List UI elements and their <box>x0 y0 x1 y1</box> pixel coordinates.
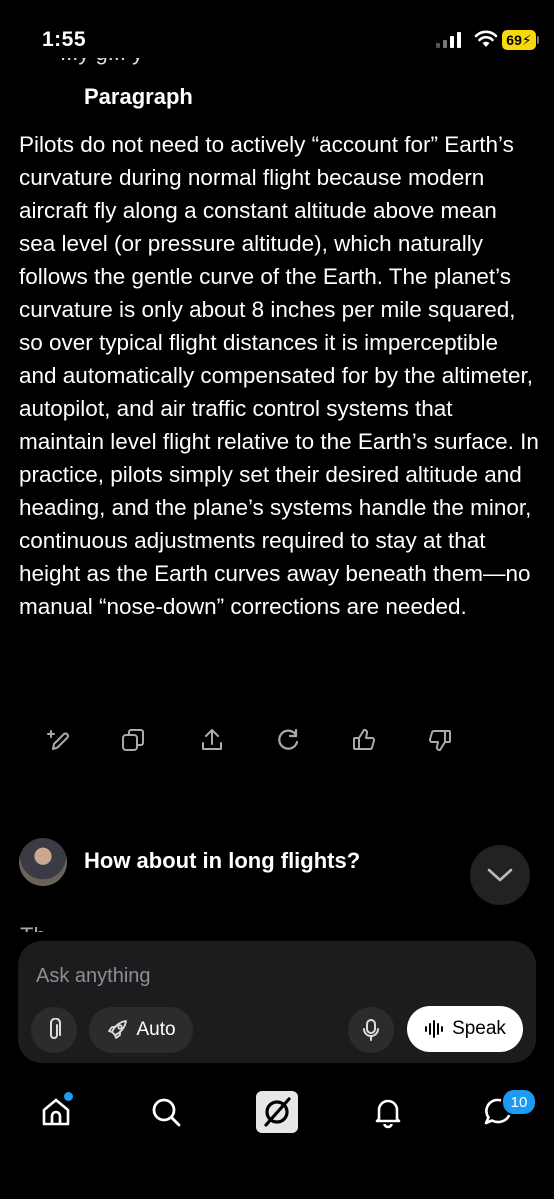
chevron-down-icon <box>487 868 513 882</box>
thumbs-up-button[interactable] <box>346 722 382 758</box>
home-notification-dot <box>62 1090 75 1103</box>
user-avatar[interactable] <box>19 838 67 886</box>
thumbs-down-button[interactable] <box>422 722 458 758</box>
attach-button[interactable] <box>31 1007 77 1053</box>
auto-label: Auto <box>136 1019 176 1040</box>
status-time: 1:55 <box>42 28 87 51</box>
battery-level: 69 <box>506 32 522 48</box>
copy-icon <box>122 729 144 751</box>
microphone-icon <box>363 1019 379 1041</box>
copy-button[interactable] <box>115 722 151 758</box>
auto-mode-button[interactable]: Auto <box>89 1007 193 1053</box>
rocket-icon <box>108 1020 128 1039</box>
nav-grok[interactable] <box>256 1091 298 1133</box>
share-button[interactable] <box>194 722 230 758</box>
charging-bolt-icon: ⚡ <box>521 31 532 48</box>
voice-waveform-icon <box>425 1020 444 1038</box>
cellular-signal-icon <box>436 32 461 48</box>
scroll-to-bottom-button[interactable] <box>470 845 530 905</box>
nav-search[interactable] <box>146 1092 186 1132</box>
regenerate-icon <box>278 728 299 750</box>
clipped-text: Th... <box>20 924 220 932</box>
speak-label: Speak <box>452 1018 506 1039</box>
microphone-button[interactable] <box>348 1007 394 1053</box>
share-icon <box>202 729 222 750</box>
edit-button[interactable] <box>40 722 76 758</box>
paragraph-label: Paragraph <box>84 84 193 109</box>
clipped-previous-text: ...y g... y <box>60 58 360 72</box>
wifi-icon <box>474 30 498 47</box>
assistant-answer: Pilots do not need to actively “account … <box>19 132 539 619</box>
battery-tip <box>537 36 539 44</box>
paperclip-icon <box>50 1018 61 1039</box>
grok-icon <box>264 1097 291 1127</box>
edit-icon <box>47 730 69 750</box>
nav-notifications[interactable] <box>368 1092 408 1132</box>
speak-button[interactable]: Speak <box>407 1006 523 1052</box>
notifications-icon <box>375 1099 401 1129</box>
messages-badge: 10 <box>501 1088 537 1116</box>
thumbs-down-icon <box>428 730 451 752</box>
ask-input[interactable]: Ask anything <box>36 965 151 988</box>
search-icon <box>152 1098 181 1127</box>
clipped-text: ...y g... y <box>60 58 360 66</box>
regenerate-button[interactable] <box>270 722 306 758</box>
clipped-next-text: Th... <box>20 924 220 932</box>
thumbs-up-icon <box>353 728 376 750</box>
battery-indicator: 69 ⚡ <box>502 30 536 50</box>
user-question: How about in long flights? <box>84 848 361 873</box>
